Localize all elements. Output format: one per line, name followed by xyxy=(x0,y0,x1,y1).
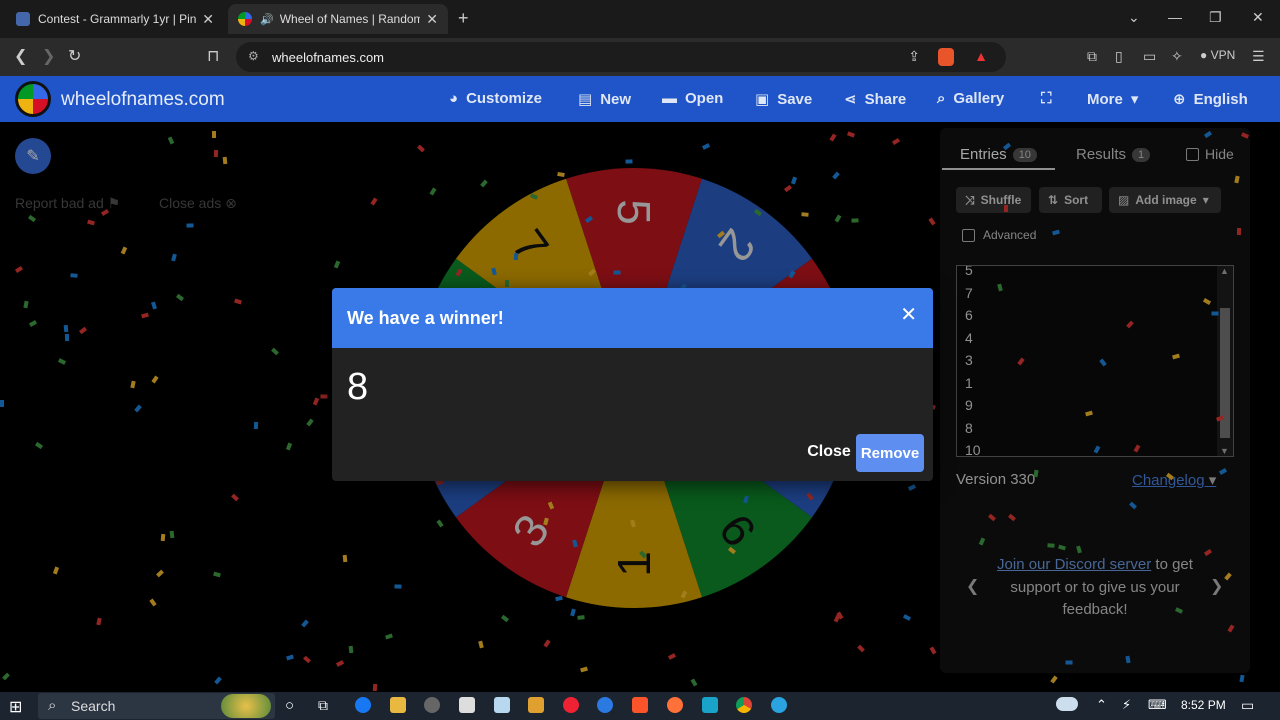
network-icon[interactable]: ⚡ xyxy=(1122,697,1131,713)
brave-taskbar-icon[interactable] xyxy=(632,697,648,713)
close-tab-icon[interactable]: ✕ xyxy=(426,11,438,28)
menu-more[interactable]: More ▾ xyxy=(1087,90,1139,109)
chevron-down-icon: ▾ xyxy=(1130,91,1139,108)
sidebar-icon[interactable]: ▯ xyxy=(1115,48,1123,65)
menu-label: Customize xyxy=(466,90,542,107)
shield-icon xyxy=(16,12,30,26)
new-tab-icon[interactable]: + xyxy=(458,8,469,29)
globe-icon: ⊕ xyxy=(1173,91,1186,108)
notepad-icon[interactable] xyxy=(459,697,475,713)
taskbar-search[interactable]: ⌕ Search xyxy=(38,693,275,719)
task-view-icon[interactable]: ⧉ xyxy=(318,697,328,714)
close-tab-icon[interactable]: ✕ xyxy=(202,11,214,28)
browser-toolbar: ❮ ❯ ↻ ⊓ ⚙ wheelofnames.com ⇪ ▲ ⧉ ▯ ▭ ✧ ●… xyxy=(0,38,1280,76)
menu-label: Share xyxy=(864,90,907,108)
winner-name: 8 xyxy=(347,366,369,408)
menu-language[interactable]: ⊕ English xyxy=(1173,90,1248,109)
bookmark-icon[interactable]: ⊓ xyxy=(207,46,219,66)
tab-search-chevron-icon[interactable]: ⌄ xyxy=(1128,9,1140,26)
firefox-blue-icon[interactable] xyxy=(597,697,613,713)
close-dialog-icon[interactable]: ✕ xyxy=(900,302,917,327)
menu-open[interactable]: ▬ Open xyxy=(662,90,723,107)
settings-app-icon[interactable] xyxy=(424,697,440,713)
extensions-icon[interactable]: ⧉ xyxy=(1087,48,1097,65)
telegram-icon[interactable] xyxy=(771,697,787,713)
leo-ai-icon[interactable]: ✧ xyxy=(1171,48,1183,65)
speaker-icon[interactable]: 🔊 xyxy=(260,13,274,26)
taskbar-clock[interactable]: 8:52 PM xyxy=(1181,698,1226,712)
menu-customize[interactable]: ◕ Customize xyxy=(449,90,542,107)
facebook-icon[interactable] xyxy=(355,697,371,713)
dialog-title: We have a winner! xyxy=(347,307,504,328)
site-info-icon[interactable]: ⚙ xyxy=(248,49,259,63)
windows-start-icon[interactable]: ⊞ xyxy=(9,697,22,717)
search-highlight-icon xyxy=(221,694,271,718)
tab-title: Contest - Grammarly 1yr | Pino xyxy=(38,12,197,26)
brand-name[interactable]: wheelofnames.com xyxy=(61,89,225,111)
url-text: wheelofnames.com xyxy=(272,49,384,65)
menu-label: Save xyxy=(777,90,813,108)
app-icon[interactable] xyxy=(494,697,510,713)
palette-icon: ◕ xyxy=(449,90,459,107)
search-label: Search xyxy=(71,698,116,714)
app-red-icon[interactable] xyxy=(563,697,579,713)
vpn-label: VPN xyxy=(1210,48,1236,62)
search-icon: ⌕ xyxy=(937,90,946,107)
onedrive-icon[interactable] xyxy=(1056,697,1078,711)
dialog-header: We have a winner! xyxy=(332,288,933,348)
maximize-icon[interactable]: ❐ xyxy=(1209,9,1222,26)
notifications-icon[interactable]: ▭ xyxy=(1241,697,1254,714)
medal-icon[interactable] xyxy=(528,697,544,713)
remove-button[interactable]: Remove xyxy=(856,434,924,472)
app-teal-icon[interactable] xyxy=(702,697,718,713)
cortana-icon[interactable]: ○ xyxy=(285,697,294,714)
wallet-icon[interactable]: ▭ xyxy=(1143,48,1156,65)
brave-shield-icon[interactable] xyxy=(938,48,954,66)
vpn-button[interactable]: ● VPN xyxy=(1200,48,1235,62)
menu-label: English xyxy=(1193,90,1248,108)
address-bar[interactable]: ⚙ wheelofnames.com ⇪ ▲ xyxy=(236,42,1006,72)
browser-tab-wheel[interactable]: 🔊 Wheel of Names | Random n ✕ xyxy=(228,4,448,34)
wheel-logo-icon[interactable] xyxy=(15,81,51,117)
search-icon: ⌕ xyxy=(48,697,57,714)
browser-tab-strip: Contest - Grammarly 1yr | Pino ✕ 🔊 Wheel… xyxy=(0,0,1280,38)
close-window-icon[interactable]: ✕ xyxy=(1252,9,1264,26)
forward-icon[interactable]: ❯ xyxy=(42,46,55,66)
keyboard-icon[interactable]: ⌨ xyxy=(1148,697,1167,713)
browser-menu-icon[interactable]: ☰ xyxy=(1252,48,1265,65)
windows-taskbar: ⊞ ⌕ Search ○ ⧉ ⌃ ⚡ ⌨ ▭ xyxy=(0,692,1280,720)
fullscreen-icon: ⛶ xyxy=(1041,90,1052,107)
file-icon: ▤ xyxy=(578,91,593,108)
minimize-icon[interactable]: — xyxy=(1168,9,1182,25)
tray-chevron-icon[interactable]: ⌃ xyxy=(1096,697,1107,713)
winner-dialog: We have a winner! ✕ 8 Close Remove xyxy=(332,288,933,481)
menu-label: Gallery xyxy=(953,90,1005,107)
save-icon: ▣ xyxy=(755,91,770,108)
back-icon[interactable]: ❮ xyxy=(14,46,27,66)
wheel-favicon-icon xyxy=(238,12,252,26)
menu-new[interactable]: ▤ New xyxy=(578,90,632,109)
brave-rewards-icon[interactable]: ▲ xyxy=(974,48,988,64)
reload-icon[interactable]: ↻ xyxy=(68,46,81,66)
firefox-icon[interactable] xyxy=(667,697,683,713)
share-icon: ⋖ xyxy=(844,91,857,108)
folder-icon: ▬ xyxy=(662,90,677,107)
menu-save[interactable]: ▣ Save xyxy=(755,90,813,109)
menu-label: Open xyxy=(685,90,724,107)
file-explorer-icon[interactable] xyxy=(390,697,406,713)
menu-fullscreen[interactable]: ⛶ xyxy=(1041,90,1052,107)
menu-share[interactable]: ⋖ Share xyxy=(844,90,907,109)
menu-gallery[interactable]: ⌕ Gallery xyxy=(937,90,1004,107)
share-page-icon[interactable]: ⇪ xyxy=(908,48,920,65)
browser-tab-contest[interactable]: Contest - Grammarly 1yr | Pino ✕ xyxy=(6,4,224,34)
menu-label: More xyxy=(1087,90,1123,108)
tab-title: Wheel of Names | Random n xyxy=(279,12,421,26)
chrome-icon[interactable] xyxy=(736,697,752,713)
menu-label: New xyxy=(600,90,632,108)
